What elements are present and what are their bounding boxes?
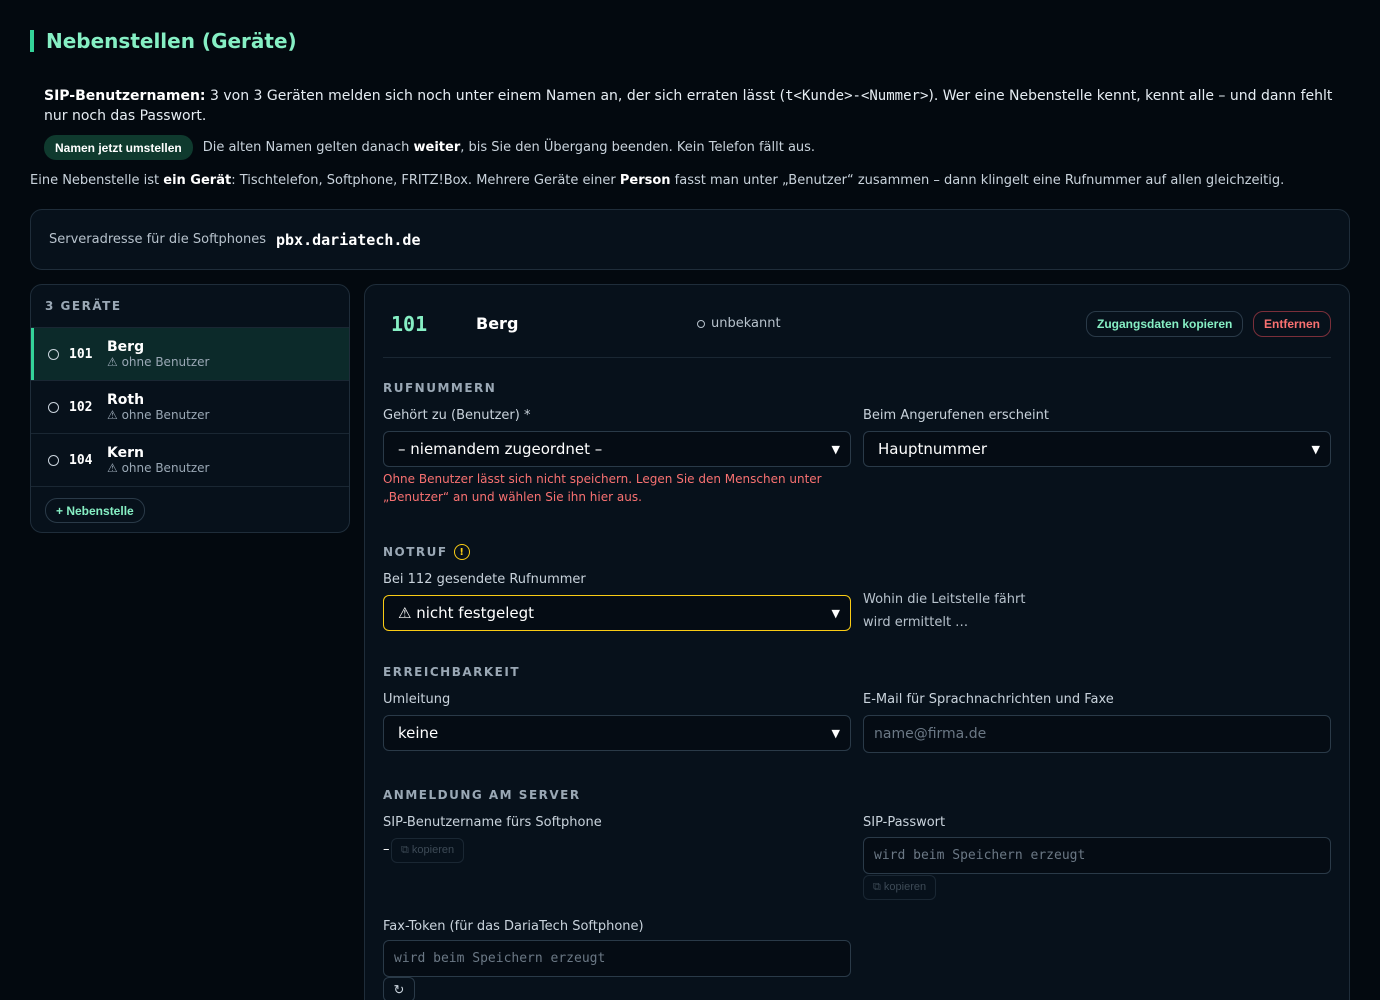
notice-hint: Die alten Namen gelten danach weiter, bi… [203,140,815,155]
device-warning: ⚠ ohne Benutzer [107,354,210,369]
notice-text: 3 von 3 Geräten melden sich noch unter e… [209,88,786,104]
chevron-down-icon: ▼ [831,726,840,740]
status-circle-icon [697,319,705,328]
caller-id-label: Beim Angerufenen erscheint [863,408,1049,423]
intro-part-2: : Tischtelefon, Softphone, FRITZ!Box. Me… [231,173,620,188]
device-name: Roth [107,391,145,408]
forward-label: Umleitung [383,692,451,707]
device-detail-panel: 101 Berg unbekannt Zugangsdaten kopieren… [364,284,1350,1000]
forward-select[interactable]: keine ▼ [383,715,851,751]
section-notruf-title: NOTRUF [383,545,448,559]
status-circle-icon [48,348,59,360]
notice-hint-before: Die alten Namen gelten danach [202,140,414,155]
chevron-down-icon: ▼ [831,606,840,620]
section-rufnummern: RUFNUMMERN [383,381,497,395]
fax-token-placeholder: wird beim Speichern erzeugt [394,951,606,966]
emergency-number-value: ⚠ nicht festgelegt [398,604,535,622]
fax-token-label: Fax-Token (für das DariaTech Softphone) [383,919,644,934]
sip-password-input[interactable]: wird beim Speichern erzeugt [863,837,1331,874]
device-warning: ⚠ ohne Benutzer [107,460,210,475]
detail-header: 101 Berg unbekannt Zugangsdaten kopieren… [383,285,1332,358]
status-circle-icon [48,401,59,413]
section-notruf: NOTRUF ! [383,544,470,560]
device-name: Kern [107,444,144,461]
caller-id-value: Hauptnummer [878,440,988,458]
server-address-box: Serveradresse für die Softphones pbx.dar… [30,209,1350,270]
user-error-message: Ohne Benutzer lässt sich nicht speichern… [383,472,822,504]
sip-password-label: SIP-Passwort [863,815,946,830]
intro-bold-2: Person [619,173,671,188]
notice-hint-after: , bis Sie den Übergang beenden. Kein Tel… [460,140,816,155]
device-number: 101 [69,346,93,362]
device-row-102[interactable]: 102 Roth ⚠ ohne Benutzer [31,380,349,433]
notice-pattern: t<Kunde>-<Nummer> [785,88,929,104]
copy-credentials-button[interactable]: Zugangsdaten kopieren [1086,311,1244,337]
fax-token-input[interactable]: wird beim Speichern erzeugt [383,940,851,977]
emergency-number-label: Bei 112 gesendete Rufnummer [383,572,586,587]
copy-password-button[interactable]: ⧉ kopieren [863,875,937,900]
detail-number: 101 [391,312,428,336]
device-number: 104 [69,452,93,468]
chevron-down-icon: ▼ [831,442,840,456]
copy-username-button[interactable]: ⧉ kopieren [391,838,465,863]
rename-now-button[interactable]: Namen jetzt umstellen [44,135,193,160]
notice-lead: SIP-Benutzernamen: [44,88,206,104]
emergency-info-line-1: Wohin die Leitstelle fährt [863,592,1026,607]
warning-icon: ! [453,544,470,560]
sip-password-placeholder: wird beim Speichern erzeugt [874,848,1086,863]
intro-part-1: Eine Nebenstelle ist [30,173,164,188]
email-placeholder: name@firma.de [874,726,987,742]
intro-bold-1: ein Gerät [163,173,232,188]
caller-id-select[interactable]: Hauptnummer ▼ [863,431,1331,467]
device-name: Berg [107,338,145,355]
device-warning: ⚠ ohne Benutzer [107,407,210,422]
email-input[interactable]: name@firma.de [863,715,1331,753]
server-address-label: Serveradresse für die Softphones [49,232,266,247]
add-extension-button[interactable]: + Nebenstelle [45,498,145,523]
status-text: unbekannt [711,316,781,331]
email-label: E-Mail für Sprachnachrichten und Faxe [863,692,1114,707]
forward-value: keine [398,724,439,742]
device-list: 3 GERÄTE 101 Berg ⚠ ohne Benutzer 102 Ro… [30,284,350,533]
sip-username-label: SIP-Benutzername fürs Softphone [383,815,602,830]
remove-button[interactable]: Entfernen [1253,311,1332,337]
emergency-info-line-2: wird ermittelt … [863,615,969,630]
notice-hint-bold: weiter [413,140,461,155]
user-select-value: – niemandem zugeordnet – [398,440,603,458]
sip-username-notice: SIP-Benutzernamen: 3 von 3 Geräten melde… [44,86,1344,126]
device-row-104[interactable]: 104 Kern ⚠ ohne Benutzer [31,433,349,486]
refresh-icon[interactable]: ↻ [383,977,415,1000]
sip-username-value: – [383,842,390,857]
notice-actions: Namen jetzt umstellen Die alten Namen ge… [44,135,815,160]
status-circle-icon [48,454,59,466]
chevron-down-icon: ▼ [1311,442,1320,456]
intro-text: Eine Nebenstelle ist ein Gerät: Tischtel… [30,173,1360,188]
emergency-location-info: Wohin die Leitstelle fährt wird ermittel… [863,588,1025,634]
emergency-number-select[interactable]: ⚠ nicht festgelegt ▼ [383,595,851,631]
server-address-value: pbx.dariatech.de [275,230,421,249]
device-list-title: 3 GERÄTE [45,299,122,313]
device-row-101[interactable]: 101 Berg ⚠ ohne Benutzer [31,327,349,380]
page-title: Nebenstellen (Geräte) [30,30,297,52]
device-list-footer: + Nebenstelle [31,486,349,532]
detail-status: unbekannt [697,316,781,331]
section-erreichbarkeit: ERREICHBARKEIT [383,665,521,679]
section-anmeldung: ANMELDUNG AM SERVER [383,788,581,802]
user-field-label: Gehört zu (Benutzer) * [383,408,531,423]
device-number: 102 [69,399,93,415]
detail-name: Berg [476,314,519,333]
intro-part-3: fasst man unter „Benutzer“ zusammen – da… [670,173,1285,188]
user-select[interactable]: – niemandem zugeordnet – ▼ [383,431,851,467]
